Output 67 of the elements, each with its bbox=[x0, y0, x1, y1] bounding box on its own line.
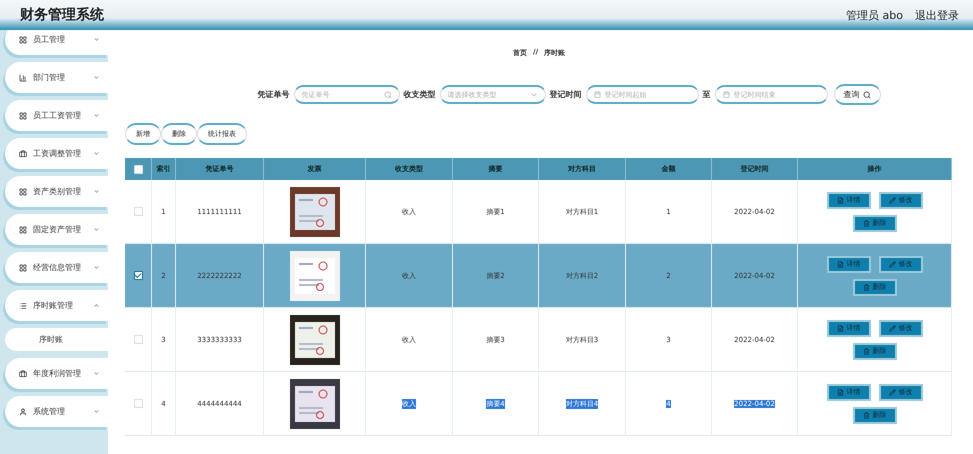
trash-icon bbox=[862, 284, 870, 290]
document-icon bbox=[836, 260, 844, 268]
sidebar-item-label: 员工管理 bbox=[33, 34, 66, 45]
filter-label: 登记时间 bbox=[550, 89, 582, 100]
sidebar-item-label: 员工工资管理 bbox=[33, 110, 82, 121]
sidebar-item-label: 部门管理 bbox=[33, 72, 66, 83]
sidebar-item[interactable]: 员工工资管理 bbox=[5, 100, 108, 131]
grid-icon bbox=[19, 226, 27, 234]
grid-icon bbox=[19, 264, 27, 272]
sidebar-item-label: 经营信息管理 bbox=[33, 262, 82, 273]
chevron-icon bbox=[93, 408, 100, 415]
user-name: 管理员 abo bbox=[846, 8, 903, 22]
trash-icon bbox=[862, 348, 870, 354]
trash-icon bbox=[862, 220, 870, 226]
user-icon bbox=[19, 408, 27, 416]
trash-icon bbox=[862, 412, 870, 418]
filter-label: 收支类型 bbox=[404, 89, 436, 100]
chevron-icon bbox=[93, 302, 100, 309]
calendar-icon bbox=[722, 91, 730, 98]
document-icon bbox=[836, 196, 844, 204]
sidebar-item-label: 固定资产管理 bbox=[33, 224, 82, 235]
briefcase-icon bbox=[19, 150, 27, 158]
row-checkbox[interactable] bbox=[134, 271, 142, 280]
pencil-icon bbox=[888, 196, 896, 204]
sidebar-item-label: 资产类别管理 bbox=[33, 186, 82, 197]
grid-icon bbox=[19, 112, 27, 120]
sidebar-item[interactable]: 员工管理 bbox=[5, 30, 108, 55]
pencil-icon bbox=[888, 260, 896, 268]
app-title: 财务管理系统 bbox=[20, 6, 104, 24]
chevron-icon bbox=[93, 226, 100, 233]
list-icon bbox=[19, 302, 27, 310]
filter-label: 至 bbox=[702, 89, 710, 100]
briefcase-icon bbox=[19, 370, 27, 378]
chevron-icon bbox=[93, 370, 100, 377]
sidebar-subitem[interactable]: 序时账 bbox=[5, 328, 108, 351]
document-icon bbox=[836, 324, 844, 332]
sidebar-item[interactable]: 固定资产管理 bbox=[5, 214, 108, 245]
chevron-icon bbox=[93, 150, 100, 157]
bar-chart-icon bbox=[19, 74, 27, 82]
sidebar-item-label: 工资调整管理 bbox=[33, 148, 82, 159]
chevron-icon bbox=[93, 264, 100, 271]
sidebar-item[interactable]: 部门管理 bbox=[5, 62, 108, 93]
sidebar-item[interactable]: 系统管理 bbox=[5, 396, 108, 427]
search-button[interactable]: 查询 bbox=[834, 84, 880, 105]
search-icon bbox=[862, 90, 870, 98]
sidebar-item[interactable]: 年度利润管理 bbox=[5, 358, 108, 389]
sidebar-item[interactable]: 序时账管理 bbox=[5, 290, 108, 321]
sidebar-item-label: 序时账管理 bbox=[33, 300, 74, 311]
document-icon bbox=[836, 388, 844, 396]
chevron-icon bbox=[93, 36, 100, 43]
pencil-icon bbox=[888, 388, 896, 396]
calendar-icon bbox=[594, 91, 600, 98]
grid-icon bbox=[19, 36, 27, 44]
sidebar-item-label: 系统管理 bbox=[33, 406, 66, 417]
filter-label: 凭证单号 bbox=[258, 89, 290, 100]
sidebar-item[interactable]: 工资调整管理 bbox=[5, 138, 108, 169]
pencil-icon bbox=[888, 324, 896, 332]
sidebar-item[interactable]: 资产类别管理 bbox=[5, 176, 108, 207]
chevron-icon bbox=[93, 112, 100, 119]
search-icon bbox=[384, 90, 392, 98]
logout-link[interactable]: 退出登录 bbox=[915, 8, 959, 22]
chevron-icon bbox=[93, 188, 100, 195]
chevron-icon bbox=[93, 74, 100, 81]
sidebar-item-label: 年度利润管理 bbox=[33, 368, 82, 379]
grid-icon bbox=[19, 188, 27, 196]
select-all-checkbox[interactable] bbox=[134, 164, 142, 174]
sidebar-item[interactable]: 经营信息管理 bbox=[5, 252, 108, 283]
